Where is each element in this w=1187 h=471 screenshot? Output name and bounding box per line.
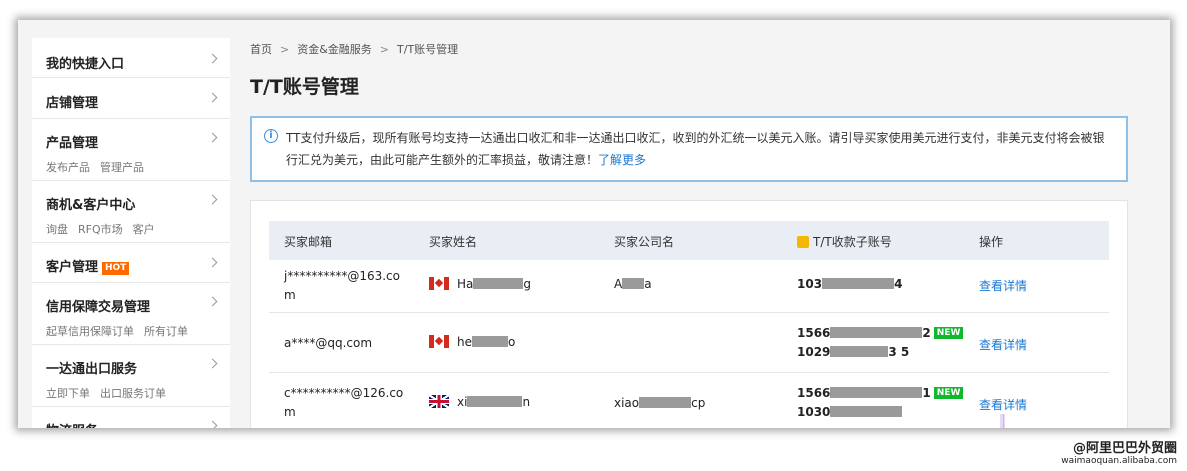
redacted-block [830, 327, 923, 338]
sidebar-item-store[interactable]: 店铺管理 [32, 78, 230, 119]
redacted-block [467, 396, 523, 407]
sidebar-item-logistics[interactable]: 物流服务 [32, 407, 230, 428]
sidebar-item-label: 客户管理 [46, 260, 99, 275]
company-name-end: cp [691, 396, 706, 410]
column-header-buyer-email: 买家邮箱 [284, 235, 333, 249]
sub-account-start: 103 [797, 277, 823, 291]
buyer-name-end: g [523, 277, 532, 291]
sidebar-sub-rfq-market[interactable]: RFQ市场 [78, 223, 123, 236]
column-header-actions: 操作 [979, 235, 1004, 249]
page-title: T/T账号管理 [250, 76, 359, 98]
company-name-start: A [614, 277, 623, 291]
sub-account-end: 1 [922, 386, 931, 400]
breadcrumb-current: T/T账号管理 [397, 43, 459, 56]
company-name-start: xiao [614, 396, 640, 410]
redacted-block [830, 406, 903, 417]
sidebar-item-customer-management[interactable]: 客户管理 HOT [32, 243, 230, 283]
sub-account-start: 1030 [797, 405, 831, 419]
redacted-block [472, 336, 508, 347]
sidebar-item-trade-assurance[interactable]: 信用保障交易管理 起草信用保障订单 所有订单 [32, 283, 230, 345]
learn-more-link[interactable]: 了解更多 [598, 153, 646, 167]
new-badge: NEW [933, 327, 964, 339]
redacted-block [822, 278, 895, 289]
sidebar-item-label: 商机&客户中心 [46, 198, 136, 213]
sidebar-sub-manage-products[interactable]: 管理产品 [100, 161, 144, 174]
sub-account-end: 2 [922, 326, 931, 340]
sidebar-item-label: 产品管理 [46, 136, 99, 151]
sidebar-item-quick-entry[interactable]: 我的快捷入口 [32, 38, 230, 78]
sidebar-sub-customers[interactable]: 客户 [133, 223, 155, 236]
sidebar-sub-publish-product[interactable]: 发布产品 [46, 161, 90, 174]
view-details-link[interactable]: 查看详情 [979, 396, 1027, 413]
table-row: j**********@163.com Ha g Aa 103 4 查看详情 [269, 260, 1109, 313]
breadcrumb-finance[interactable]: 资金&金融服务 [297, 43, 372, 56]
company-name-end: a [644, 277, 652, 291]
buyer-email: j**********@163.com [284, 269, 400, 302]
redacted-block [622, 278, 645, 289]
column-header-sub-account: T/T收款子账号 [813, 235, 892, 249]
redacted-block [830, 387, 923, 398]
column-header-buyer-company: 买家公司名 [614, 235, 675, 249]
buyer-name-end: n [522, 395, 531, 409]
column-header-buyer-name: 买家姓名 [429, 235, 478, 249]
table-header: 买家邮箱 买家姓名 买家公司名 T/T收款子账号 操作 [269, 221, 1109, 260]
buyer-email: c**********@126.com [284, 386, 404, 419]
chevron-right-icon: > [379, 43, 390, 56]
watermark: @阿里巴巴外贸圈 waimaoquan.alibaba.com [1061, 441, 1177, 467]
accounts-table-card: 买家邮箱 买家姓名 买家公司名 T/T收款子账号 操作 j**********@… [250, 200, 1128, 428]
sub-account-end: 4 [894, 277, 903, 291]
buyer-name-end: o [508, 335, 516, 349]
sidebar-item-label: 店铺管理 [46, 96, 99, 111]
notice-text: TT支付升级后，现所有账号均支持一达通出口收汇和非一达通出口收汇，收到的外汇统一… [286, 131, 1105, 167]
sidebar-item-opportunity-center[interactable]: 商机&客户中心 询盘 RFQ市场 客户 [32, 181, 230, 243]
sidebar-sub-export-orders[interactable]: 出口服务订单 [100, 387, 166, 400]
redacted-block [473, 278, 524, 289]
info-icon: i [264, 129, 278, 143]
sidebar-item-products[interactable]: 产品管理 发布产品 管理产品 [32, 119, 230, 181]
watermark-title: @阿里巴巴外贸圈 [1072, 441, 1177, 456]
buyer-name-start: Ha [457, 277, 474, 291]
sidebar-item-label: 信用保障交易管理 [46, 300, 151, 315]
sidebar-item-export-service[interactable]: 一达通出口服务 立即下单 出口服务订单 [32, 345, 230, 407]
table-row: c**********@126.com xi n xiao cp 1566 1 NEW … [269, 374, 1109, 428]
main-content: 首页 > 资金&金融服务 > T/T账号管理 T/T账号管理 i TT支付升级后，现所有… [250, 20, 1170, 428]
sidebar-sub-inquiry[interactable]: 询盘 [46, 223, 68, 236]
sidebar-sub-all-orders[interactable]: 所有订单 [144, 325, 188, 338]
buyer-email: a****@qq.com [284, 336, 373, 350]
breadcrumb-home[interactable]: 首页 [250, 43, 272, 56]
new-badge: NEW [933, 387, 964, 399]
canada-flag-icon [429, 277, 449, 290]
notice-banner: i TT支付升级后，现所有账号均支持一达通出口收汇和非一达通出口收汇，收到的外汇… [250, 116, 1128, 182]
sub-account-start: 1029 [797, 345, 831, 359]
sidebar-sub-order-now[interactable]: 立即下单 [46, 387, 90, 400]
sidebar-sub-draft-order[interactable]: 起草信用保障订单 [46, 325, 134, 338]
redacted-block [639, 397, 692, 408]
account-badge-icon [797, 236, 809, 248]
browser-frame: 我的快捷入口 店铺管理 产品管理 发布产品 管理产品 商机&客户中心 询盘 RFQ市… [18, 20, 1170, 428]
uk-flag-icon [429, 395, 449, 408]
view-details-link[interactable]: 查看详情 [979, 336, 1027, 353]
redacted-block [830, 346, 889, 357]
hot-badge: HOT [102, 262, 130, 275]
buyer-name-start: he [457, 335, 472, 349]
sidebar: 我的快捷入口 店铺管理 产品管理 发布产品 管理产品 商机&客户中心 询盘 RFQ市… [32, 38, 230, 428]
table-row: a****@qq.com he o 1566 2 NEW 1029 3 5 查看详情 [269, 314, 1109, 373]
sidebar-item-label: 物流服务 [46, 407, 216, 428]
buyer-name-start: xi [457, 395, 468, 409]
sub-account-start: 1566 [797, 386, 831, 400]
watermark-url: waimaoquan.alibaba.com [1061, 456, 1177, 466]
text-cursor-icon [1000, 414, 1005, 428]
sidebar-item-label: 我的快捷入口 [46, 57, 125, 72]
view-details-link[interactable]: 查看详情 [979, 277, 1027, 294]
sidebar-item-label: 一达通出口服务 [46, 362, 138, 377]
sub-account-start: 1566 [797, 326, 831, 340]
canada-flag-icon [429, 335, 449, 348]
sub-account-end: 3 5 [888, 345, 910, 359]
chevron-right-icon: > [280, 43, 290, 56]
breadcrumb: 首页 > 资金&金融服务 > T/T账号管理 [250, 41, 458, 57]
